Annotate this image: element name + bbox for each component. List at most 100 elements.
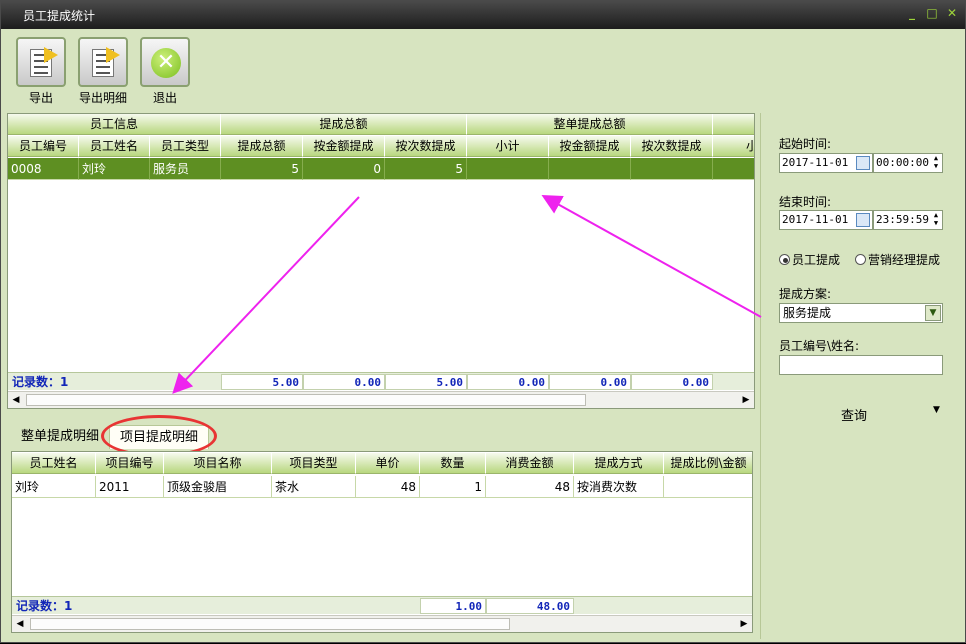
cell-employee-type: 服务员 <box>150 158 221 180</box>
footer-order-amount: 0.00 <box>549 374 631 390</box>
group-header-total: 提成总额 <box>221 114 467 135</box>
radio-unchecked-icon <box>855 254 866 265</box>
detail-footer: 记录数：1 1.00 48.00 <box>12 596 752 614</box>
spin-icon[interactable]: ▲ ▼ <box>930 211 942 229</box>
col-employee-type[interactable]: 员工类型 <box>150 136 221 157</box>
end-time-field[interactable]: 23:59:59 ▲ ▼ <box>873 210 943 230</box>
scheme-label: 提成方案: <box>779 287 832 301</box>
footer-amount-commission: 0.00 <box>303 374 385 390</box>
col-commission-ratio[interactable]: 提成比例\金额 <box>664 453 752 474</box>
start-time-field[interactable]: 00:00:00 ▲ ▼ <box>873 153 943 173</box>
query-dropdown-icon[interactable]: ▼ <box>933 405 940 415</box>
start-time-value: 00:00:00 <box>876 156 929 169</box>
radio-manager-commission[interactable]: 营销经理提成 <box>855 251 940 268</box>
cell-item-name: 顶级金骏眉 <box>164 476 272 498</box>
item-detail-grid: 员工姓名 项目编号 项目名称 项目类型 单价 数量 消费金额 提成方式 提成比例… <box>11 451 753 633</box>
scroll-right-icon[interactable]: ▶ <box>736 616 752 632</box>
chevron-down-icon[interactable]: ▼ <box>925 305 941 321</box>
scrollbar-thumb[interactable] <box>30 618 510 630</box>
cell-order-count <box>631 158 713 180</box>
col-order-amount-commission[interactable]: 按金额提成 <box>549 136 631 157</box>
col-item-id[interactable]: 项目编号 <box>96 453 164 474</box>
cell-more <box>713 158 754 180</box>
footer-total-commission: 5.00 <box>221 374 303 390</box>
spin-icon[interactable]: ▲ ▼ <box>930 154 942 172</box>
filter-panel: 起始时间: 2017-11-01 00:00:00 ▲ ▼ 结束时间: 2017-… <box>760 113 960 639</box>
col-order-count-commission[interactable]: 按次数提成 <box>631 136 713 157</box>
cell-quantity: 1 <box>420 476 486 498</box>
col-amount[interactable]: 消费金额 <box>486 453 574 474</box>
radio-employee-commission[interactable]: 员工提成 <box>779 251 840 268</box>
cell-subtotal <box>467 158 549 180</box>
col-quantity[interactable]: 数量 <box>420 453 486 474</box>
cell-amount-commission: 0 <box>303 158 385 180</box>
cell-item-type: 茶水 <box>272 476 356 498</box>
employee-search-input[interactable] <box>779 355 943 375</box>
end-time-value: 23:59:59 <box>876 213 929 226</box>
start-date-value: 2017-11-01 <box>782 156 849 169</box>
col-count-commission[interactable]: 按次数提成 <box>385 136 467 157</box>
close-icon[interactable]: ✕ <box>945 6 959 20</box>
col-subtotal[interactable]: 小计 <box>467 136 549 157</box>
minimize-icon[interactable]: _ <box>905 6 919 20</box>
scroll-left-icon[interactable]: ◀ <box>8 392 24 408</box>
start-date-field[interactable]: 2017-11-01 <box>779 153 873 173</box>
employee-search-label: 员工编号\姓名: <box>779 339 860 353</box>
col-more[interactable]: 小 <box>713 136 754 157</box>
export-label: 导出 <box>28 91 53 105</box>
export-detail-button[interactable]: 导出明细 <box>73 37 133 106</box>
col-commission-method[interactable]: 提成方式 <box>574 453 664 474</box>
col-employee-name[interactable]: 员工姓名 <box>79 136 150 157</box>
export-button[interactable]: 导出 <box>11 37 71 106</box>
group-header-more <box>713 114 754 135</box>
scheme-value: 服务提成 <box>783 306 832 320</box>
scroll-left-icon[interactable]: ◀ <box>12 616 28 632</box>
cell-item-id: 2011 <box>96 476 164 498</box>
exit-button[interactable]: ✕ 退出 <box>135 37 195 106</box>
main-window: 员工提成统计 _ □ ✕ 导出 导出明细 ✕ 退出 员工信息 提成总额 整单提成… <box>0 0 966 643</box>
cell-unit-price: 48 <box>356 476 420 498</box>
calendar-icon[interactable] <box>856 213 870 227</box>
start-time-label: 起始时间: <box>779 137 832 151</box>
scheme-select[interactable]: 服务提成 ▼ <box>779 303 943 323</box>
exit-label: 退出 <box>152 91 177 105</box>
calendar-icon[interactable] <box>856 156 870 170</box>
export-detail-icon <box>78 37 128 87</box>
scroll-right-icon[interactable]: ▶ <box>738 392 754 408</box>
group-header-order: 整单提成总额 <box>467 114 713 135</box>
radio-employee-label: 员工提成 <box>792 253 841 267</box>
footer-subtotal: 0.00 <box>467 374 549 390</box>
cell-employee-name: 刘玲 <box>79 158 150 180</box>
window-title: 员工提成统计 <box>23 9 96 23</box>
col-item-name[interactable]: 项目名称 <box>164 453 272 474</box>
exit-icon: ✕ <box>140 37 190 87</box>
col-amount-commission[interactable]: 按金额提成 <box>303 136 385 157</box>
end-date-field[interactable]: 2017-11-01 <box>779 210 873 230</box>
radio-checked-icon <box>779 254 790 265</box>
cell-total-commission: 5 <box>221 158 303 180</box>
footer-order-count: 0.00 <box>631 374 713 390</box>
col-employee-id[interactable]: 员工编号 <box>8 136 79 157</box>
toolbar: 导出 导出明细 ✕ 退出 <box>5 31 955 111</box>
maximize-icon[interactable]: □ <box>925 6 939 20</box>
col-total-commission[interactable]: 提成总额 <box>221 136 303 157</box>
record-count: 记录数：1 <box>16 599 73 613</box>
col-item-type[interactable]: 项目类型 <box>272 453 356 474</box>
col-unit-price[interactable]: 单价 <box>356 453 420 474</box>
cell-count-commission: 5 <box>385 158 467 180</box>
title-bar: 员工提成统计 _ □ ✕ <box>1 1 965 29</box>
cell-commission-ratio <box>664 476 752 498</box>
footer-count-commission: 5.00 <box>385 374 467 390</box>
cell-employee-id: 0008 <box>8 158 79 180</box>
group-header-employee: 员工信息 <box>8 114 221 135</box>
col-employee-name[interactable]: 员工姓名 <box>12 453 96 474</box>
footer-quantity: 1.00 <box>420 598 486 614</box>
cell-commission-method: 按消费次数 <box>574 476 664 498</box>
scrollbar-thumb[interactable] <box>26 394 586 406</box>
query-button[interactable]: 查询 <box>841 405 867 424</box>
end-time-label: 结束时间: <box>779 195 832 209</box>
horizontal-scrollbar[interactable]: ◀ ▶ <box>12 615 752 632</box>
horizontal-scrollbar[interactable]: ◀ ▶ <box>8 391 754 408</box>
tab-order-detail[interactable]: 整单提成明细 <box>11 425 109 449</box>
summary-footer: 记录数：1 5.00 0.00 5.00 0.00 0.00 0.00 <box>8 372 754 390</box>
